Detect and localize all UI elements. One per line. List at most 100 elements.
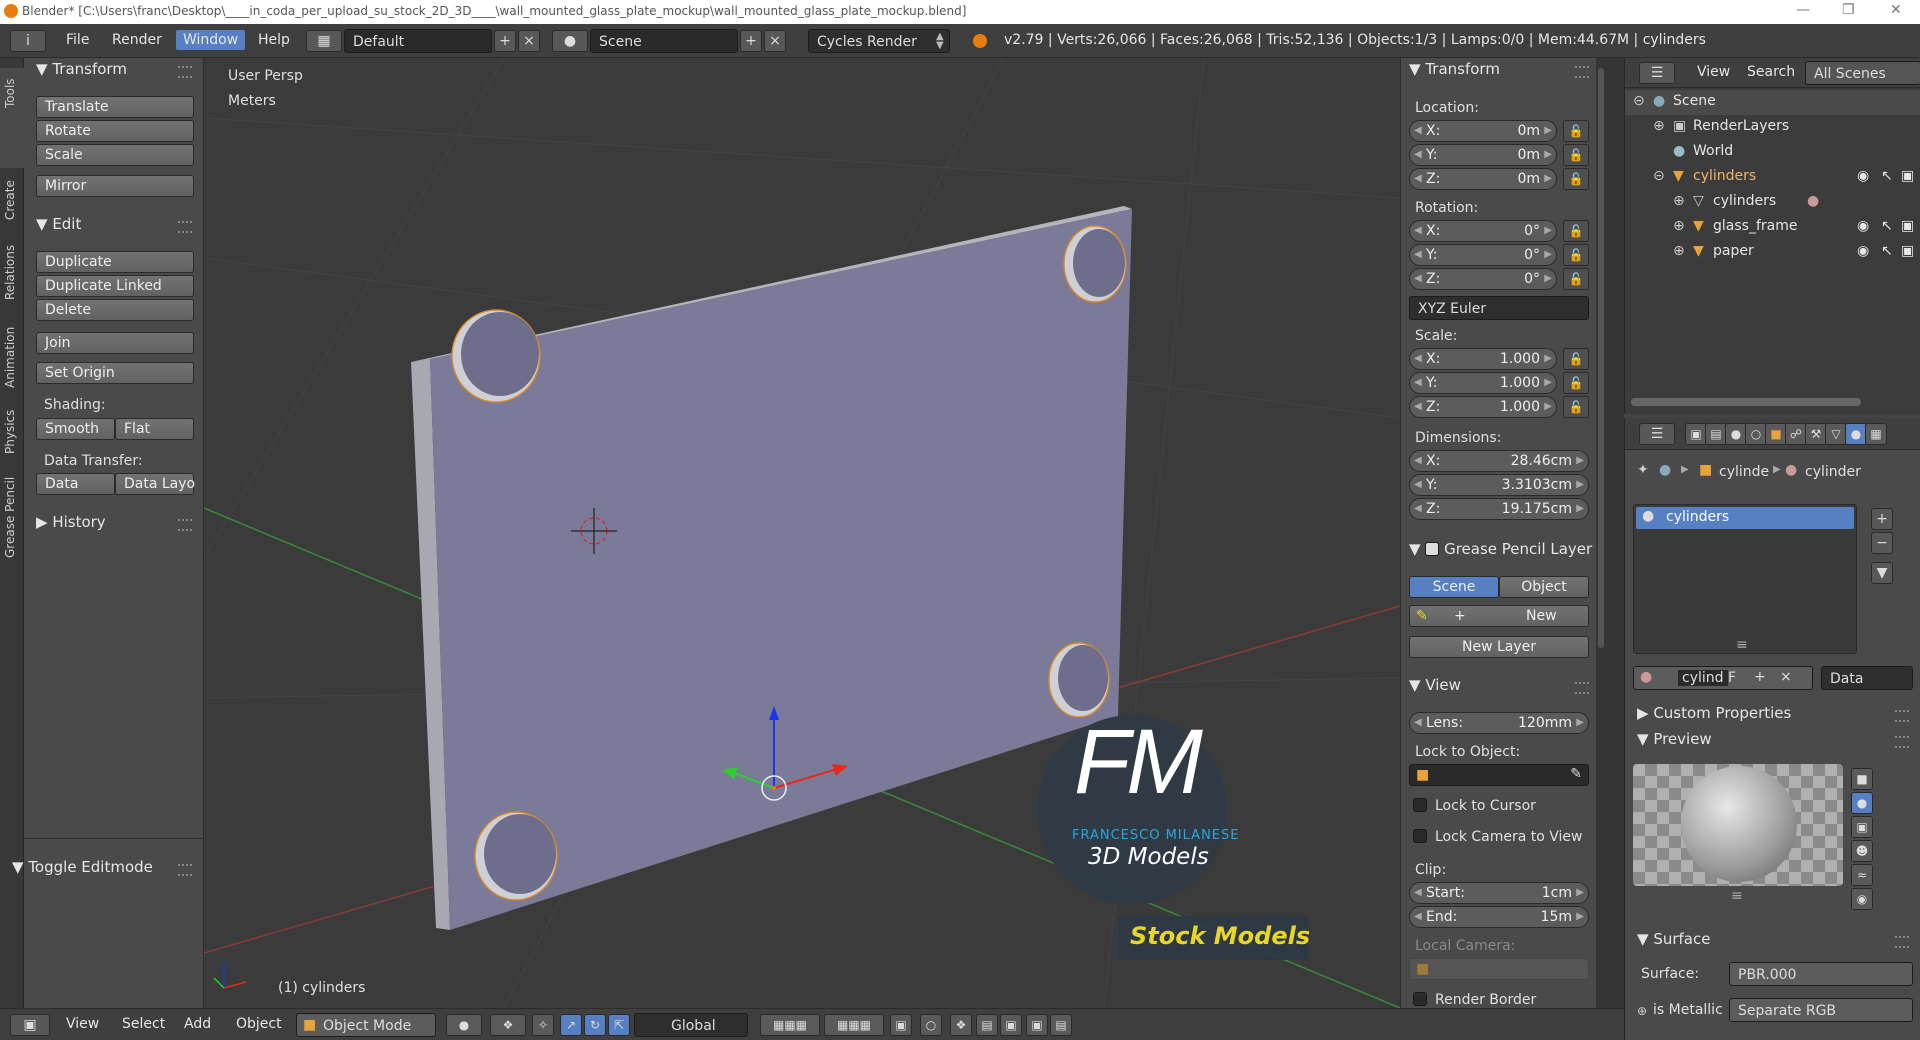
tab-create[interactable]: Create — [0, 168, 24, 228]
editor-type-info-icon[interactable]: i — [10, 30, 46, 52]
tab-physics[interactable]: Physics — [0, 398, 24, 458]
scale-manipulator-icon[interactable]: ⇱ — [608, 1014, 630, 1036]
expand-icon[interactable]: ⊕ — [1673, 218, 1685, 234]
render-icon[interactable]: ▣ — [1026, 1014, 1048, 1036]
scene-field[interactable]: Scene — [590, 29, 738, 53]
gp-new-button[interactable]: ✎ + New — [1409, 605, 1589, 627]
preview-cube-icon[interactable]: ▣ — [1851, 816, 1873, 838]
flat-button[interactable]: Flat — [115, 418, 194, 440]
tab-tools[interactable]: Tools — [0, 68, 24, 168]
location-y-field[interactable]: ◀ Y: 0m ▶ — [1409, 144, 1557, 166]
editor-type-properties-icon[interactable]: ☰ — [1639, 423, 1675, 445]
menu-file[interactable]: File — [66, 32, 89, 48]
menu-window[interactable]: Window — [176, 30, 246, 50]
select-arrow-icon[interactable]: ↖ — [1881, 243, 1893, 259]
surface-shader-select[interactable]: PBR.000 — [1729, 962, 1913, 986]
scale-y-field[interactable]: ◀ Y: 1.000 ▶ — [1409, 372, 1557, 394]
dimension-z-field[interactable]: ◀ Z: 19.175cm ▶ — [1409, 498, 1589, 520]
unlink-material-icon[interactable]: × — [1780, 669, 1792, 685]
lock-to-cursor-checkbox[interactable] — [1413, 798, 1427, 812]
render-animation-icon[interactable]: ▤ — [1050, 1014, 1072, 1036]
new-material-icon[interactable]: + — [1754, 669, 1766, 685]
expand-icon[interactable]: ⊕ — [1673, 193, 1685, 209]
lock-icon[interactable]: 🔓 — [1563, 120, 1589, 142]
rotation-x-field[interactable]: ◀ X: 0° ▶ — [1409, 220, 1557, 242]
expand-icon[interactable]: ⊕ — [1673, 243, 1685, 259]
render-camera-icon[interactable]: ▣ — [1901, 218, 1914, 234]
menu-render[interactable]: Render — [112, 32, 162, 48]
lock-icon[interactable]: 🔓 — [1563, 244, 1589, 266]
menu-help[interactable]: Help — [258, 32, 290, 48]
visibility-eye-icon[interactable]: ◉ — [1857, 243, 1869, 259]
input-socket-icon[interactable]: ⊕ — [1637, 1004, 1647, 1018]
lock-camera-checkbox[interactable] — [1413, 829, 1427, 843]
join-button[interactable]: Join — [36, 332, 194, 354]
delete-button[interactable]: Delete — [36, 299, 194, 321]
duplicate-button[interactable]: Duplicate — [36, 251, 194, 273]
surface-header[interactable]: ▼ Surface — [1637, 930, 1710, 948]
rotation-y-field[interactable]: ◀ Y: 0° ▶ — [1409, 244, 1557, 266]
outliner-view-menu[interactable]: View — [1697, 64, 1730, 80]
panel-grip-icon[interactable] — [178, 864, 192, 876]
snap-icon[interactable]: ❖ — [950, 1014, 972, 1036]
is-metallic-select[interactable]: Separate RGB — [1729, 998, 1913, 1022]
rotate-manipulator-icon[interactable]: ↻ — [584, 1014, 606, 1036]
edit-panel-header[interactable]: ▼ Edit — [36, 215, 81, 233]
render-engine-select[interactable]: Cycles Render — [808, 29, 950, 53]
render-layers-tab-icon[interactable]: ▤ — [1705, 423, 1727, 445]
screen-layout-field[interactable]: Default — [344, 29, 492, 53]
panel-grip-icon[interactable] — [1895, 710, 1909, 722]
viewport-scene[interactable] — [204, 58, 1400, 1008]
slot-specials-icon[interactable]: ▼ — [1871, 562, 1893, 584]
editor-type-outliner-icon[interactable]: ☰ — [1639, 62, 1675, 84]
outliner-row-renderlayers[interactable]: ⊕ ▣ RenderLayers — [1625, 115, 1920, 140]
mirror-button[interactable]: Mirror — [36, 175, 194, 197]
gp-scene-button[interactable]: Scene — [1409, 576, 1499, 598]
world-tab-icon[interactable]: ○ — [1745, 423, 1767, 445]
lock-icon[interactable]: 🔓 — [1563, 144, 1589, 166]
tab-animation[interactable]: Animation — [0, 314, 24, 394]
mode-select[interactable]: ■ Object Mode — [296, 1013, 436, 1037]
snap-element-icon[interactable]: ▤ — [976, 1014, 998, 1036]
dimension-x-field[interactable]: ◀ X: 28.46cm ▶ — [1409, 450, 1589, 472]
rotation-z-field[interactable]: ◀ Z: 0° ▶ — [1409, 268, 1557, 290]
material-slot-row[interactable]: ● cylinders — [1636, 507, 1854, 529]
visibility-eye-icon[interactable]: ◉ — [1857, 168, 1869, 184]
3d-viewport[interactable]: User Persp Meters (1) cylinders FM FRANC… — [204, 58, 1400, 1008]
clip-end-field[interactable]: ◀ End: 15m ▶ — [1409, 906, 1589, 928]
outliner-scrollbar[interactable] — [1631, 398, 1861, 406]
n-transform-header[interactable]: ▼ Transform — [1409, 60, 1500, 78]
outliner-row-glass-frame[interactable]: ⊕ ▼ glass_frame ◉ ↖ ▣ — [1625, 215, 1920, 240]
editor-type-3dview-icon[interactable]: ▣ — [10, 1014, 50, 1036]
lock-object-field[interactable]: ■ ✎ — [1409, 764, 1589, 786]
preview-flat-icon[interactable]: ■ — [1851, 768, 1873, 790]
expand-icon[interactable]: ⊕ — [1653, 118, 1665, 134]
dimension-y-field[interactable]: ◀ Y: 3.3103cm ▶ — [1409, 474, 1589, 496]
location-z-field[interactable]: ◀ Z: 0m ▶ — [1409, 168, 1557, 190]
view-panel-header[interactable]: ▼ View — [1409, 676, 1461, 694]
list-resize-grip-icon[interactable]: ≡ — [1736, 637, 1748, 653]
outliner-row-world[interactable]: ● World — [1625, 140, 1920, 165]
material-slot-list[interactable]: ● cylinders ≡ — [1633, 504, 1857, 654]
snap-target-icon[interactable]: ▣ — [1000, 1014, 1022, 1036]
grease-pencil-checkbox[interactable] — [1425, 542, 1440, 556]
gp-object-button[interactable]: Object — [1499, 576, 1589, 598]
custom-properties-header[interactable]: ▶ Custom Properties — [1637, 704, 1791, 722]
render-tab-icon[interactable]: ▣ — [1685, 423, 1707, 445]
location-x-field[interactable]: ◀ X: 0m ▶ — [1409, 120, 1557, 142]
proportional-edit-icon[interactable]: ○ — [920, 1014, 942, 1036]
panel-grip-icon[interactable] — [1575, 682, 1589, 694]
preview-header[interactable]: ▼ Preview — [1637, 730, 1712, 748]
menu-add[interactable]: Add — [184, 1016, 211, 1032]
outliner-search-menu[interactable]: Search — [1747, 64, 1795, 80]
outliner-filter-select[interactable]: All Scenes — [1805, 61, 1920, 85]
texture-tab-icon[interactable]: ▦ — [1865, 423, 1887, 445]
transform-panel-header[interactable]: ▼ Transform — [36, 60, 127, 78]
render-border-checkbox[interactable] — [1413, 992, 1427, 1006]
render-camera-icon[interactable]: ▣ — [1901, 168, 1914, 184]
eyedropper-icon[interactable]: ✎ — [1570, 766, 1582, 782]
add-scene-icon[interactable]: + — [740, 30, 762, 52]
outliner-row-paper[interactable]: ⊕ ▼ paper ◉ ↖ ▣ — [1625, 240, 1920, 265]
preview-resize-grip-icon[interactable]: ≡ — [1731, 888, 1743, 904]
lock-icon[interactable]: 🔓 — [1563, 396, 1589, 418]
